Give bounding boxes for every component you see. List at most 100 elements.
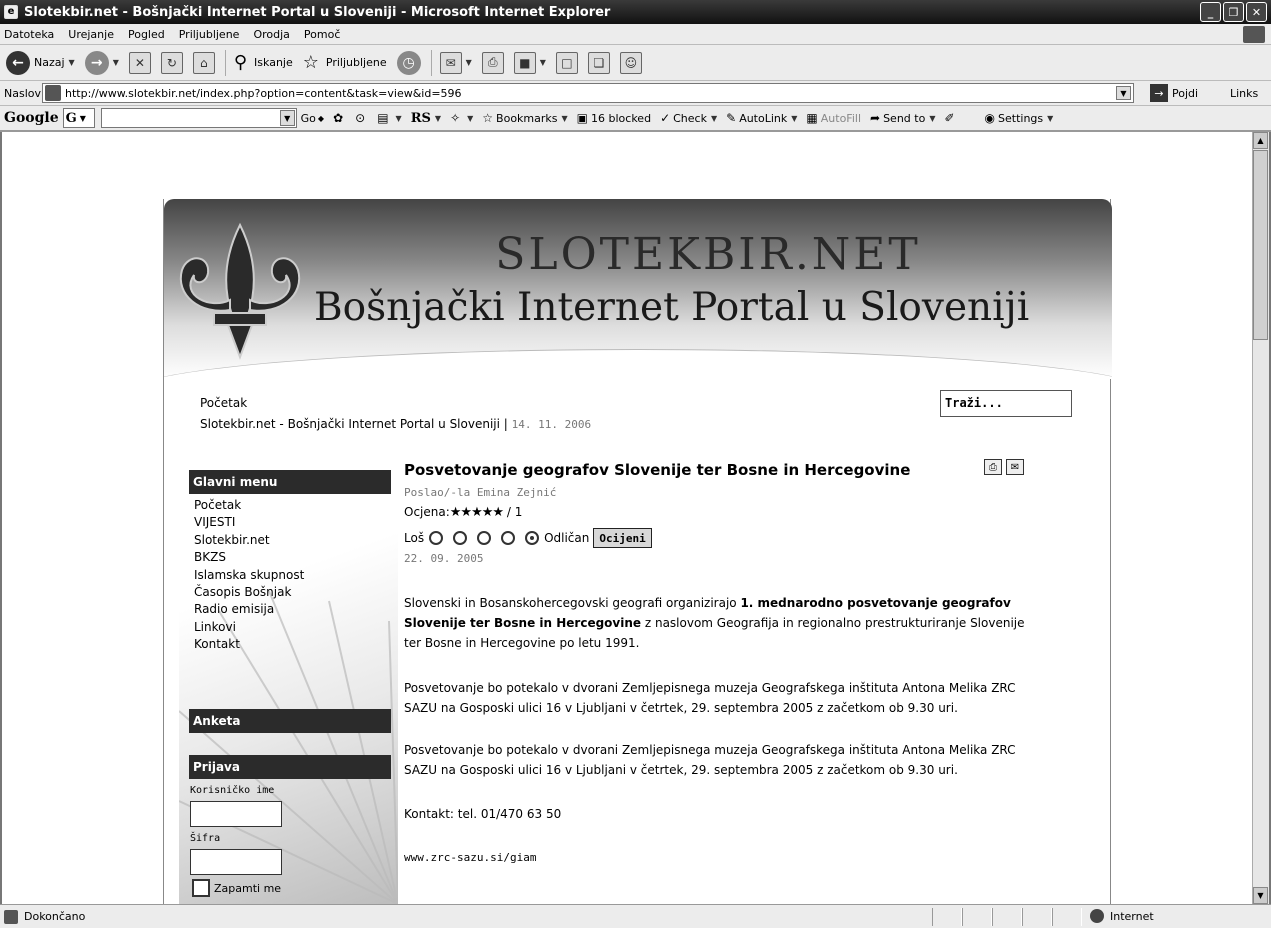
google-go-button[interactable]: Go ◆ — [301, 112, 324, 125]
vote-radio-1[interactable] — [429, 531, 444, 545]
scroll-thumb[interactable] — [1253, 150, 1268, 340]
menu-item-slotekbir[interactable]: Slotekbir.net — [194, 532, 304, 549]
address-label: Naslov — [4, 86, 41, 100]
vote-radio-5[interactable] — [525, 531, 540, 545]
status-panel — [932, 908, 962, 926]
go-button[interactable]: → Pojdi — [1150, 84, 1198, 102]
scroll-down-icon[interactable]: ▼ — [1253, 887, 1268, 904]
menu-item-magazine[interactable]: Časopis Bošnjak — [194, 584, 304, 601]
address-input[interactable]: http://www.slotekbir.net/index.php?optio… — [42, 83, 1134, 103]
remember-me[interactable]: Zapamti me — [192, 879, 281, 897]
research-button[interactable]: ❏ — [587, 51, 610, 74]
restore-button[interactable]: ❐ — [1223, 2, 1244, 22]
popup-blocked-button[interactable]: ▣ 16 blocked — [577, 111, 651, 125]
password-label: Šifra — [190, 833, 221, 844]
research-icon: ❏ — [587, 51, 610, 74]
discuss-button[interactable]: □ — [555, 51, 578, 74]
remember-me-label: Zapamti me — [214, 881, 282, 895]
autolink-button[interactable]: ✎ AutoLink ▼ — [726, 111, 797, 125]
stop-button[interactable]: ✕ — [128, 51, 151, 74]
menu-tools[interactable]: Orodja — [253, 28, 289, 41]
spellcheck-button[interactable]: ✓ Check ▼ — [660, 111, 717, 125]
minimize-button[interactable]: _ — [1200, 2, 1221, 22]
rating-label: Ocjena: — [404, 505, 450, 519]
remember-me-checkbox[interactable] — [192, 879, 210, 897]
page-done-icon — [4, 909, 18, 924]
rating-count: / 1 — [503, 505, 523, 519]
google-logo[interactable]: Google — [4, 110, 59, 126]
menu-view[interactable]: Pogled — [128, 28, 165, 41]
search-button[interactable]: ⚲ Iskanje — [234, 52, 293, 73]
google-search-dropdown-icon[interactable]: ▼ — [279, 110, 295, 126]
mail-button[interactable]: ✉ ▼ — [439, 51, 472, 74]
breadcrumb: Slotekbir.net - Bošnjački Internet Porta… — [200, 417, 591, 431]
vote-radio-3[interactable] — [477, 531, 492, 545]
news-icon: ✿ — [333, 111, 344, 125]
back-button[interactable]: ← Nazaj ▼ — [6, 50, 75, 75]
menu-item-radio[interactable]: Radio emisija — [194, 601, 304, 618]
menu-item-islamic-community[interactable]: Islamska skupnost — [194, 567, 304, 584]
email-icon[interactable]: ✉ — [1006, 459, 1024, 475]
autolink-icon: ✎ — [726, 111, 737, 125]
menu-item-bkzs[interactable]: BKZS — [194, 549, 304, 566]
google-g-button[interactable]: G ▼ — [62, 108, 95, 128]
google-spin-button[interactable]: ⊙ — [355, 111, 368, 125]
history-icon: ◷ — [396, 50, 421, 75]
vote-button[interactable]: Ocijeni — [593, 528, 652, 548]
back-arrow-icon: ← — [6, 50, 30, 75]
menu-favorites[interactable]: Priljubljene — [179, 28, 240, 41]
article-link[interactable]: www.zrc-sazu.si/giam — [404, 848, 1044, 868]
messenger-button[interactable]: ☺ — [619, 51, 642, 74]
left-sidebar: Glavni menu Početak VIJESTI Slotekbir.ne… — [179, 451, 398, 904]
password-input[interactable] — [190, 849, 282, 875]
google-news-button[interactable]: ✿ — [333, 111, 346, 125]
links-button[interactable]: Links — [1230, 87, 1258, 100]
vertical-scrollbar[interactable]: ▲ ▼ — [1252, 132, 1269, 904]
scroll-up-icon[interactable]: ▲ — [1253, 132, 1268, 149]
close-button[interactable]: ✕ — [1246, 2, 1267, 22]
forward-dropdown-icon[interactable]: ▼ — [113, 58, 119, 67]
google-tools-button[interactable]: ✧ ▼ — [450, 111, 473, 125]
refresh-button[interactable]: ↻ — [160, 51, 183, 74]
star-outline-icon: ☆ — [482, 111, 494, 125]
history-button[interactable]: ◷ — [396, 50, 421, 75]
favorites-button[interactable]: ☆ Priljubljene — [303, 52, 387, 73]
back-dropdown-icon[interactable]: ▼ — [69, 58, 75, 67]
print-icon[interactable]: ⎙ — [984, 459, 1002, 475]
menu-file[interactable]: Datoteka — [4, 28, 54, 41]
article-contact: Kontakt: tel. 01/470 63 50 — [404, 807, 562, 821]
article-title: Posvetovanje geografov Slovenije ter Bos… — [404, 461, 911, 479]
breadcrumb-home-link[interactable]: Početak — [200, 396, 247, 410]
printer-icon: ⎙ — [481, 51, 504, 74]
edit-dropdown-icon[interactable]: ▼ — [540, 58, 546, 67]
menu-help[interactable]: Pomoč — [304, 28, 340, 41]
site-subtitle: Bošnjački Internet Portal u Sloveniji — [314, 285, 1030, 330]
mail-dropdown-icon[interactable]: ▼ — [466, 58, 472, 67]
site-search-input[interactable]: Traži... — [940, 390, 1072, 417]
poll-header: Anketa — [189, 709, 391, 733]
settings-button[interactable]: ◉ Settings ▼ — [985, 111, 1054, 125]
menu-item-home[interactable]: Početak — [194, 497, 304, 514]
vote-radio-2[interactable] — [453, 531, 468, 545]
edit-button[interactable]: ■ ▼ — [513, 51, 546, 74]
vote-radio-4[interactable] — [501, 531, 516, 545]
address-dropdown-icon[interactable]: ▼ — [1116, 86, 1131, 100]
address-url: http://www.slotekbir.net/index.php?optio… — [65, 86, 462, 100]
menu-item-news[interactable]: VIJESTI — [194, 514, 304, 531]
menu-item-links[interactable]: Linkovi — [194, 619, 304, 636]
menu-item-contact[interactable]: Kontakt — [194, 636, 304, 653]
google-search-input[interactable]: ▼ — [100, 108, 297, 128]
menu-edit[interactable]: Urejanje — [68, 28, 114, 41]
forward-button[interactable]: → ▼ — [84, 50, 119, 75]
google-pagerank-button[interactable]: ▤ ▼ — [377, 111, 402, 125]
highlight-button[interactable]: ✐ — [944, 111, 957, 125]
username-input[interactable] — [190, 801, 282, 827]
google-rs-button[interactable]: RS ▼ — [411, 111, 441, 126]
print-button[interactable]: ⎙ — [481, 51, 504, 74]
bookmarks-button[interactable]: ☆ Bookmarks ▼ — [482, 111, 567, 125]
home-button[interactable]: ⌂ — [192, 51, 215, 74]
refresh-icon: ↻ — [160, 51, 183, 74]
sendto-button[interactable]: ➦ Send to ▼ — [870, 111, 935, 125]
site-container: SLOTEKBIR.NET Bošnjački Internet Portal … — [163, 199, 1112, 904]
autofill-button[interactable]: ▦ AutoFill — [806, 111, 861, 125]
